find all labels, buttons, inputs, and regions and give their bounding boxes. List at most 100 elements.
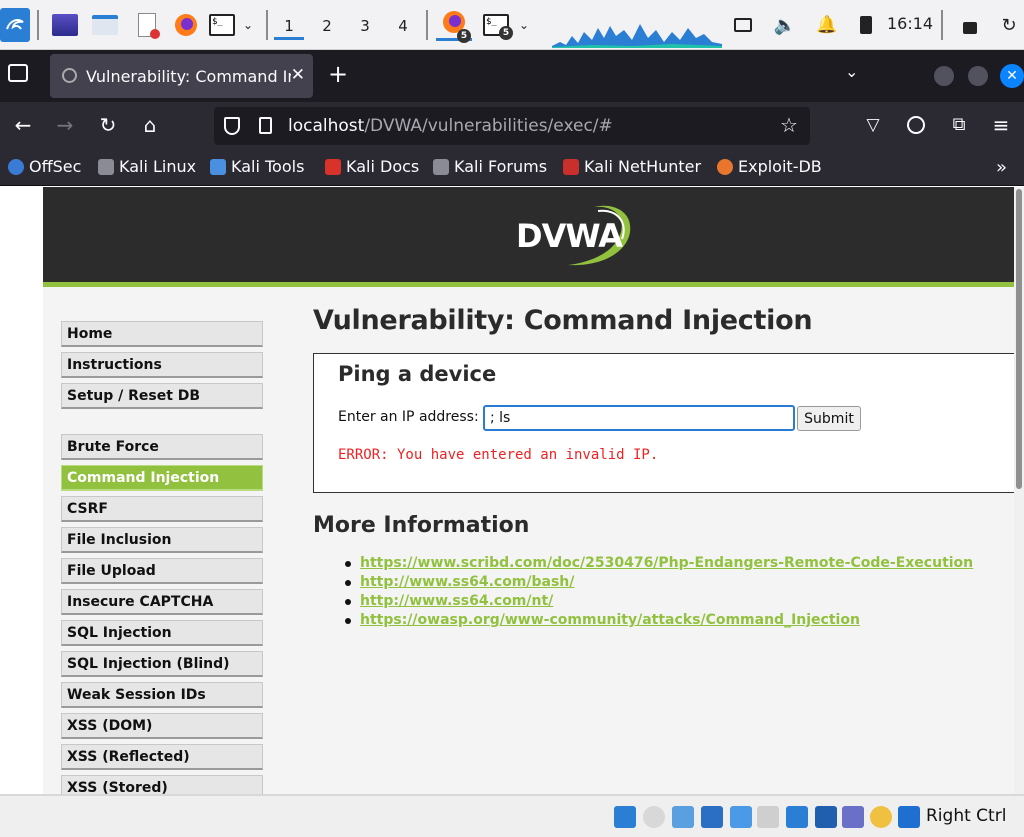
bookmark-kali-forums[interactable]: Kali Forums bbox=[433, 157, 547, 176]
forward-icon[interactable]: → bbox=[52, 112, 78, 138]
taskbar-separator bbox=[266, 10, 268, 40]
terminal-launcher[interactable]: $_ bbox=[207, 9, 237, 41]
virtualization-icon[interactable] bbox=[842, 806, 864, 828]
firefox-window-button[interactable]: 5 bbox=[436, 9, 472, 43]
reload-icon[interactable]: ↻ bbox=[95, 112, 121, 138]
logout-icon[interactable]: ↻ bbox=[996, 9, 1022, 41]
audio-icon[interactable] bbox=[672, 806, 694, 828]
lock-icon[interactable] bbox=[958, 9, 982, 41]
extensions-icon[interactable]: ⧉ bbox=[946, 112, 972, 138]
menu-item-file-upload[interactable]: File Upload bbox=[61, 558, 263, 584]
workspace-4[interactable]: 4 bbox=[388, 12, 418, 40]
list-tabs-icon[interactable]: ⌄ bbox=[845, 62, 858, 81]
recording-icon[interactable] bbox=[815, 806, 837, 828]
menu-item-xss-stored[interactable]: XSS (Stored) bbox=[61, 775, 263, 794]
menu-item-insecure-captcha[interactable]: Insecure CAPTCHA bbox=[61, 589, 263, 615]
shared-folders-icon[interactable] bbox=[757, 806, 779, 828]
keyboard-capture-icon[interactable] bbox=[898, 806, 920, 828]
menu-item-csrf[interactable]: CSRF bbox=[61, 496, 263, 522]
chevron-down-icon[interactable]: ⌄ bbox=[240, 9, 256, 41]
more-bookmarks-icon[interactable]: » bbox=[996, 157, 1007, 178]
scrollbar-thumb[interactable] bbox=[1016, 189, 1022, 489]
pocket-icon[interactable]: ▽ bbox=[860, 112, 886, 138]
kali-menu-button[interactable] bbox=[0, 8, 30, 42]
clock[interactable]: 16:14 bbox=[887, 14, 933, 33]
ip-address-input[interactable] bbox=[483, 405, 795, 431]
network-icon[interactable] bbox=[701, 806, 723, 828]
browser-tab[interactable]: Vulnerability: Command Injection ✕ bbox=[50, 54, 313, 98]
menu-item-file-inclusion[interactable]: File Inclusion bbox=[61, 527, 263, 553]
menu-hamburger-icon[interactable]: ≡ bbox=[988, 112, 1014, 138]
menu-item-setup[interactable]: Setup / Reset DB bbox=[61, 383, 263, 409]
mouse-integration-icon[interactable] bbox=[870, 806, 892, 828]
bookmark-label: Kali Linux bbox=[119, 157, 197, 176]
url-text[interactable]: localhost/DVWA/vulnerabilities/exec/# bbox=[288, 116, 613, 136]
reference-link[interactable]: http://www.ss64.com/bash/ bbox=[360, 574, 574, 590]
firefox-icon bbox=[175, 14, 197, 36]
display-icon[interactable] bbox=[730, 9, 756, 41]
url-bar[interactable]: localhost/DVWA/vulnerabilities/exec/# ☆ bbox=[214, 107, 810, 145]
account-icon[interactable] bbox=[903, 112, 929, 138]
bookmark-label: Kali NetHunter bbox=[584, 157, 702, 176]
nethunter-icon bbox=[563, 158, 579, 175]
bookmark-kali-tools[interactable]: Kali Tools bbox=[210, 157, 304, 176]
reference-link[interactable]: https://owasp.org/www-community/attacks/… bbox=[360, 612, 860, 628]
menu-item-command-injection[interactable]: Command Injection bbox=[61, 465, 263, 491]
menu-item-brute-force[interactable]: Brute Force bbox=[61, 434, 263, 460]
bookmark-offsec[interactable]: OffSec bbox=[8, 157, 81, 176]
list-item: https://owasp.org/www-community/attacks/… bbox=[343, 612, 973, 631]
notification-bell-icon[interactable]: 🔔 bbox=[814, 9, 840, 41]
reference-link[interactable]: http://www.ss64.com/nt/ bbox=[360, 593, 553, 609]
menu-item-weak-session-ids[interactable]: Weak Session IDs bbox=[61, 682, 263, 708]
new-tab-icon[interactable]: + bbox=[328, 60, 348, 88]
main-content: Vulnerability: Command Injection Ping a … bbox=[313, 305, 1024, 628]
bookmark-label: OffSec bbox=[29, 157, 82, 176]
battery-icon[interactable] bbox=[855, 9, 877, 41]
menu-item-xss-dom[interactable]: XSS (DOM) bbox=[61, 713, 263, 739]
shield-icon[interactable] bbox=[224, 117, 240, 135]
menu-item-sql-injection[interactable]: SQL Injection bbox=[61, 620, 263, 646]
bookmark-label: Kali Forums bbox=[454, 157, 548, 176]
page-info-icon[interactable] bbox=[259, 117, 272, 134]
home-icon[interactable]: ⌂ bbox=[137, 112, 163, 138]
file-manager-launcher[interactable] bbox=[90, 9, 120, 41]
more-information-heading: More Information bbox=[313, 513, 530, 538]
vulnerable-code-area: Ping a device Enter an IP address: Submi… bbox=[313, 353, 1024, 493]
menu-item-sql-injection-blind[interactable]: SQL Injection (Blind) bbox=[61, 651, 263, 677]
menu-item-home[interactable]: Home bbox=[61, 321, 263, 347]
optical-drive-icon[interactable] bbox=[643, 806, 665, 828]
menu-item-instructions[interactable]: Instructions bbox=[61, 352, 263, 378]
minimize-icon[interactable] bbox=[934, 66, 954, 86]
tab-overview-icon[interactable] bbox=[8, 64, 28, 82]
submit-button[interactable]: Submit bbox=[797, 406, 861, 431]
workspace-2[interactable]: 2 bbox=[312, 12, 342, 40]
volume-icon[interactable]: 🔈 bbox=[772, 9, 798, 41]
desktop-launcher[interactable] bbox=[50, 9, 80, 41]
workspace-3[interactable]: 3 bbox=[350, 12, 380, 40]
bookmark-star-icon[interactable]: ☆ bbox=[780, 113, 798, 137]
dvwa-header: DVWA bbox=[43, 187, 1014, 287]
menu-spacer bbox=[61, 414, 263, 434]
cpu-graph-icon bbox=[552, 24, 722, 48]
menu-item-xss-reflected[interactable]: XSS (Reflected) bbox=[61, 744, 263, 770]
chevron-down-icon[interactable]: ⌄ bbox=[516, 9, 532, 41]
hard-disk-icon[interactable] bbox=[614, 806, 636, 828]
firefox-launcher[interactable] bbox=[170, 9, 202, 41]
terminal-window-button[interactable]: $_ 5 bbox=[478, 9, 514, 41]
display-icon[interactable] bbox=[786, 806, 808, 828]
close-window-icon[interactable]: ✕ bbox=[1000, 64, 1024, 88]
workspace-1[interactable]: 1 bbox=[274, 12, 304, 40]
folder-icon bbox=[92, 15, 118, 35]
maximize-icon[interactable] bbox=[968, 66, 988, 86]
usb-icon[interactable] bbox=[730, 806, 752, 828]
page-favicon-icon bbox=[62, 68, 77, 83]
bookmark-kali-docs[interactable]: Kali Docs bbox=[325, 157, 419, 176]
back-icon[interactable]: ← bbox=[10, 112, 36, 138]
bookmark-kali-nethunter[interactable]: Kali NetHunter bbox=[563, 157, 701, 176]
kali-dragon-icon bbox=[98, 158, 114, 175]
bookmark-kali-linux[interactable]: Kali Linux bbox=[98, 157, 196, 176]
close-tab-icon[interactable]: ✕ bbox=[291, 65, 305, 85]
reference-link[interactable]: https://www.scribd.com/doc/2530476/Php-E… bbox=[360, 555, 973, 571]
text-editor-launcher[interactable] bbox=[132, 9, 162, 41]
bookmark-exploit-db[interactable]: Exploit-DB bbox=[717, 157, 822, 176]
